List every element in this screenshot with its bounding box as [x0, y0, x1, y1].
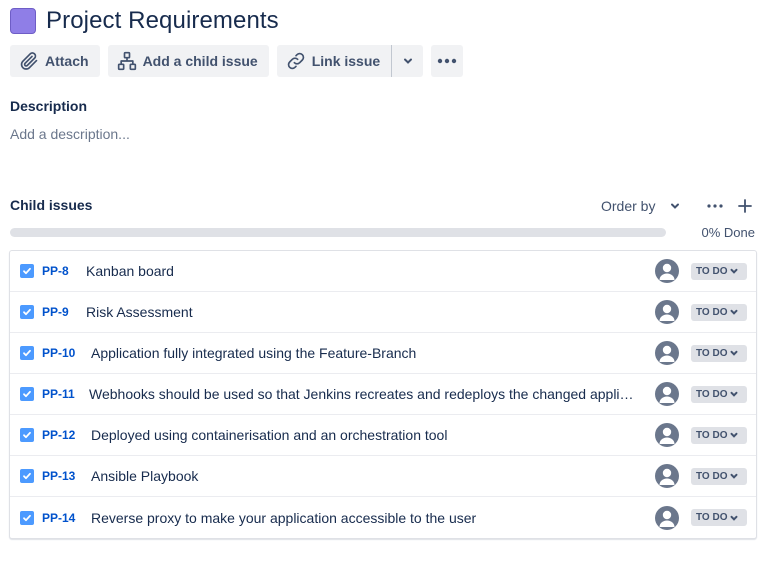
status-dropdown[interactable]: TO DO — [691, 262, 747, 280]
link-issue-group: Link issue — [276, 45, 424, 77]
issue-summary[interactable]: Deployed using containerisation and an o… — [91, 427, 636, 443]
status-dropdown[interactable]: TO DO — [691, 467, 747, 485]
attach-button[interactable]: Attach — [10, 45, 100, 77]
child-issue-row[interactable]: PP-10 Application fully integrated using … — [10, 333, 756, 374]
link-issue-button[interactable]: Link issue — [276, 45, 392, 77]
description-field[interactable]: Add a description... — [10, 126, 130, 142]
issue-type-task-icon — [20, 346, 34, 360]
issue-type-task-icon — [20, 428, 34, 442]
issue-key-link[interactable]: PP-10 — [42, 346, 75, 360]
issue-summary[interactable]: Risk Assessment — [86, 304, 636, 320]
add-child-issue-button[interactable]: Add a child issue — [107, 45, 269, 77]
more-actions-button[interactable] — [431, 45, 464, 77]
issue-type-task-icon — [20, 387, 34, 401]
status-label: TO DO — [696, 388, 728, 400]
chevron-down-icon — [730, 268, 738, 274]
add-child-issue-plus-button[interactable] — [736, 197, 754, 215]
issue-key-link[interactable]: PP-12 — [42, 428, 75, 442]
child-issue-row[interactable]: PP-8 Kanban board TO DO — [10, 251, 756, 292]
progress-bar — [10, 228, 666, 237]
more-horizontal-icon — [437, 58, 457, 64]
status-dropdown[interactable]: TO DO — [691, 344, 747, 362]
chevron-down-icon — [730, 350, 738, 356]
status-label: TO DO — [696, 512, 728, 523]
status-label: TO DO — [696, 306, 728, 318]
chevron-down-icon — [671, 203, 680, 209]
unassigned-avatar-icon[interactable] — [655, 382, 679, 406]
page-title[interactable]: Project Requirements — [46, 7, 279, 35]
status-label: TO DO — [696, 265, 728, 277]
issue-summary[interactable]: Reverse proxy to make your application a… — [91, 510, 636, 526]
status-label: TO DO — [696, 470, 728, 482]
issue-type-task-icon — [20, 264, 34, 278]
status-dropdown[interactable]: TO DO — [691, 385, 747, 403]
child-issues-list: PP-8 Kanban board TO DO PP-9 Risk Assessment… — [9, 250, 757, 539]
chevron-down-icon — [730, 515, 738, 521]
child-issue-row[interactable]: PP-11 Webhooks should be used so that Jen… — [10, 374, 756, 415]
hierarchy-icon — [117, 51, 136, 71]
child-issue-row[interactable]: PP-12 Deployed using containerisation and… — [10, 415, 756, 456]
paperclip-icon — [20, 52, 38, 70]
status-dropdown[interactable]: TO DO — [691, 426, 747, 444]
issue-summary[interactable]: Ansible Playbook — [91, 468, 636, 484]
issue-summary[interactable]: Kanban board — [86, 263, 636, 279]
issue-type-task-icon — [20, 510, 34, 525]
plus-icon — [738, 199, 752, 213]
issue-header: Project Requirements — [10, 6, 279, 36]
child-issue-row[interactable]: PP-14 Reverse proxy to make your applicat… — [10, 497, 756, 538]
unassigned-avatar-icon[interactable] — [655, 259, 679, 283]
epic-square-icon[interactable] — [10, 8, 36, 34]
issue-key-link[interactable]: PP-13 — [42, 469, 75, 483]
chevron-down-icon — [730, 391, 738, 397]
issue-type-task-icon — [20, 469, 34, 483]
more-horizontal-icon — [707, 204, 723, 208]
unassigned-avatar-icon[interactable] — [655, 341, 679, 365]
issue-key-link[interactable]: PP-14 — [42, 511, 75, 525]
description-label: Description — [10, 98, 88, 114]
status-dropdown[interactable]: TO DO — [691, 303, 747, 321]
unassigned-avatar-icon[interactable] — [655, 464, 679, 488]
attach-button-label: Attach — [45, 53, 89, 69]
child-issue-row[interactable]: PP-13 Ansible Playbook TO DO — [10, 456, 756, 497]
chevron-down-icon — [730, 473, 738, 479]
issue-type-task-icon — [20, 305, 34, 319]
child-issues-more-button[interactable] — [704, 196, 726, 216]
status-label: TO DO — [696, 347, 728, 359]
issue-summary[interactable]: Webhooks should be used so that Jenkins … — [89, 386, 636, 402]
unassigned-avatar-icon[interactable] — [655, 505, 679, 530]
link-issue-label: Link issue — [311, 53, 381, 69]
status-dropdown[interactable]: TO DO — [691, 509, 747, 526]
order-by-label: Order by — [601, 198, 656, 214]
chevron-down-icon — [403, 58, 412, 64]
status-label: TO DO — [696, 429, 728, 441]
add-child-issue-label: Add a child issue — [142, 53, 258, 69]
unassigned-avatar-icon[interactable] — [655, 300, 679, 324]
issue-summary[interactable]: Application fully integrated using the F… — [91, 345, 636, 361]
chevron-down-icon — [730, 432, 738, 438]
issue-key-link[interactable]: PP-9 — [42, 305, 69, 319]
link-icon — [287, 52, 304, 70]
unassigned-avatar-icon[interactable] — [655, 423, 679, 447]
child-issue-row[interactable]: PP-9 Risk Assessment TO DO — [10, 292, 756, 333]
issue-key-link[interactable]: PP-8 — [42, 264, 69, 278]
progress-text: 0% Done — [701, 225, 755, 240]
issue-toolbar: Attach Add a child issue Link issue — [10, 45, 464, 77]
chevron-down-icon — [730, 309, 738, 315]
order-by-dropdown[interactable]: Order by — [601, 198, 681, 214]
child-issues-label: Child issues — [10, 197, 93, 213]
link-issue-dropdown-button[interactable] — [391, 45, 424, 77]
issue-key-link[interactable]: PP-11 — [42, 387, 75, 401]
